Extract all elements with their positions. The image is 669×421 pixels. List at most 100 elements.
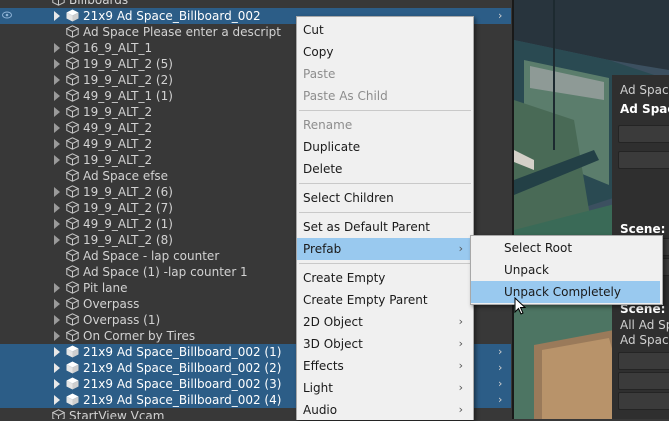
expand-arrow-icon[interactable] bbox=[54, 123, 60, 133]
hierarchy-row-label: 21x9 Ad Space_Billboard_002 (2) bbox=[83, 361, 282, 375]
visibility-eye-icon[interactable] bbox=[2, 11, 12, 19]
prefab-open-chevron-icon[interactable]: › bbox=[498, 9, 502, 22]
menu-item-effects[interactable]: Effects › bbox=[297, 355, 473, 377]
submenu-arrow-icon: › bbox=[458, 381, 463, 394]
submenu-item-label: Select Root bbox=[504, 241, 573, 255]
expand-arrow-icon[interactable] bbox=[54, 107, 60, 117]
expand-arrow-icon[interactable] bbox=[54, 155, 60, 165]
submenu-arrow-icon: › bbox=[458, 359, 463, 372]
menu-item-2d-object[interactable]: 2D Object › bbox=[297, 311, 473, 333]
prefab-open-chevron-icon[interactable]: › bbox=[498, 345, 502, 358]
menu-item-cut[interactable]: Cut bbox=[297, 19, 473, 41]
menu-item-label: Light bbox=[303, 381, 333, 395]
expand-arrow-icon[interactable] bbox=[54, 59, 60, 69]
inspector-field-2[interactable] bbox=[618, 151, 669, 169]
inspector-field-1[interactable] bbox=[618, 125, 669, 143]
gameobject-cube-icon bbox=[66, 57, 79, 70]
submenu-item-select-root[interactable]: Select Root bbox=[471, 237, 660, 259]
prefab-open-chevron-icon[interactable]: › bbox=[498, 393, 502, 406]
expand-arrow-icon[interactable] bbox=[54, 43, 60, 53]
hierarchy-row-label: Billboards bbox=[69, 0, 129, 7]
gameobject-cube-icon bbox=[66, 89, 79, 102]
prefab-cube-icon bbox=[66, 361, 79, 374]
hierarchy-row-label: 19_9_ALT_2 (5) bbox=[83, 57, 173, 71]
menu-item-duplicate[interactable]: Duplicate bbox=[297, 136, 473, 158]
menu-item-label: Cut bbox=[303, 23, 324, 37]
submenu-arrow-icon: › bbox=[458, 403, 463, 416]
menu-item-create-empty[interactable]: Create Empty bbox=[297, 267, 473, 289]
gameobject-cube-icon bbox=[66, 73, 79, 86]
gameobject-cube-icon bbox=[66, 249, 79, 262]
menu-item-create-empty-parent[interactable]: Create Empty Parent bbox=[297, 289, 473, 311]
expand-arrow-icon[interactable] bbox=[54, 75, 60, 85]
inspector-field-5[interactable] bbox=[618, 352, 669, 370]
menu-item-copy[interactable]: Copy bbox=[297, 41, 473, 63]
menu-item-delete[interactable]: Delete bbox=[297, 158, 473, 180]
prefab-open-chevron-icon[interactable]: › bbox=[498, 361, 502, 374]
menu-item-prefab[interactable]: Prefab › bbox=[297, 238, 473, 260]
submenu-arrow-icon: › bbox=[458, 315, 463, 328]
hierarchy-row-label: 19_9_ALT_2 (7) bbox=[83, 201, 173, 215]
scene-field-label-1: Scene: A bbox=[620, 222, 669, 236]
expand-arrow-icon[interactable] bbox=[54, 139, 60, 149]
menu-item-label: Set as Default Parent bbox=[303, 220, 431, 234]
expand-arrow-icon[interactable] bbox=[54, 235, 60, 245]
expand-arrow-icon[interactable] bbox=[54, 219, 60, 229]
hierarchy-row-label: Ad Space - lap counter bbox=[83, 249, 220, 263]
menu-item-label: Paste As Child bbox=[303, 89, 388, 103]
menu-item-3d-object[interactable]: 3D Object › bbox=[297, 333, 473, 355]
hierarchy-row-label: 19_9_ALT_2 (2) bbox=[83, 73, 173, 87]
expand-arrow-icon[interactable] bbox=[54, 395, 60, 405]
hierarchy-row-label: 49_9_ALT_2 bbox=[83, 121, 153, 135]
hierarchy-row-label: 19_9_ALT_2 bbox=[83, 153, 153, 167]
expand-arrow-icon[interactable] bbox=[54, 347, 60, 357]
expand-arrow-icon[interactable] bbox=[54, 331, 60, 341]
gameobject-cube-icon bbox=[66, 105, 79, 118]
menu-item-label: 2D Object bbox=[303, 315, 363, 329]
hierarchy-row-label: 16_9_ALT_1 bbox=[83, 41, 153, 55]
menu-item-label: Rename bbox=[303, 118, 353, 132]
submenu-item-label: Unpack bbox=[504, 263, 549, 277]
hierarchy-row-label: 19_9_ALT_2 (6) bbox=[83, 185, 173, 199]
menu-item-set-as-default-parent[interactable]: Set as Default Parent bbox=[297, 216, 473, 238]
menu-item-label: Create Empty Parent bbox=[303, 293, 428, 307]
submenu-item-unpack-completely[interactable]: Unpack Completely bbox=[471, 281, 660, 303]
menu-item-paste-as-child: Paste As Child bbox=[297, 85, 473, 107]
expand-arrow-icon[interactable] bbox=[54, 91, 60, 101]
prefab-open-chevron-icon[interactable]: › bbox=[498, 377, 502, 390]
gameobject-cube-icon bbox=[66, 265, 79, 278]
hierarchy-row-label: 21x9 Ad Space_Billboard_002 (3) bbox=[83, 377, 282, 391]
gameobject-cube-icon bbox=[66, 297, 79, 310]
inspector-field-7[interactable] bbox=[618, 392, 669, 410]
expand-arrow-icon[interactable] bbox=[54, 379, 60, 389]
gameobject-cube-icon bbox=[66, 25, 79, 38]
hierarchy-row-label: Ad Space efse bbox=[83, 169, 169, 183]
menu-item-audio[interactable]: Audio › bbox=[297, 399, 473, 421]
expand-arrow-icon[interactable] bbox=[54, 187, 60, 197]
hierarchy-row-label: On Corner by Tires bbox=[83, 329, 196, 343]
hierarchy-row-label: 19_9_ALT_2 bbox=[83, 105, 153, 119]
gameobject-cube-icon bbox=[52, 0, 65, 6]
menu-item-label: Prefab bbox=[303, 242, 342, 256]
gameobject-cube-icon bbox=[66, 185, 79, 198]
prefab-cube-icon bbox=[66, 9, 79, 22]
expand-arrow-icon[interactable] bbox=[54, 283, 60, 293]
menu-separator bbox=[299, 263, 471, 264]
expand-arrow-icon[interactable] bbox=[54, 203, 60, 213]
submenu-item-unpack[interactable]: Unpack bbox=[471, 259, 660, 281]
inspector-title-1: Ad Space bbox=[620, 83, 669, 97]
hierarchy-row[interactable]: Billboards bbox=[0, 0, 511, 8]
hierarchy-row-label: Overpass bbox=[83, 297, 140, 311]
inspector-field-6[interactable] bbox=[618, 372, 669, 390]
expand-arrow-icon[interactable] bbox=[54, 363, 60, 373]
hierarchy-row-label: StartView Vcam bbox=[69, 409, 165, 419]
expand-arrow-icon[interactable] bbox=[54, 299, 60, 309]
expand-arrow-icon[interactable] bbox=[54, 315, 60, 325]
hierarchy-row-label: 49_9_ALT_2 (1) bbox=[83, 217, 173, 231]
hierarchy-row-label: Overpass (1) bbox=[83, 313, 161, 327]
menu-item-paste: Paste bbox=[297, 63, 473, 85]
inspector-list-item-1: All Ad Sp bbox=[620, 318, 669, 332]
expand-arrow-icon[interactable] bbox=[54, 11, 60, 21]
menu-item-light[interactable]: Light › bbox=[297, 377, 473, 399]
menu-item-select-children[interactable]: Select Children bbox=[297, 187, 473, 209]
